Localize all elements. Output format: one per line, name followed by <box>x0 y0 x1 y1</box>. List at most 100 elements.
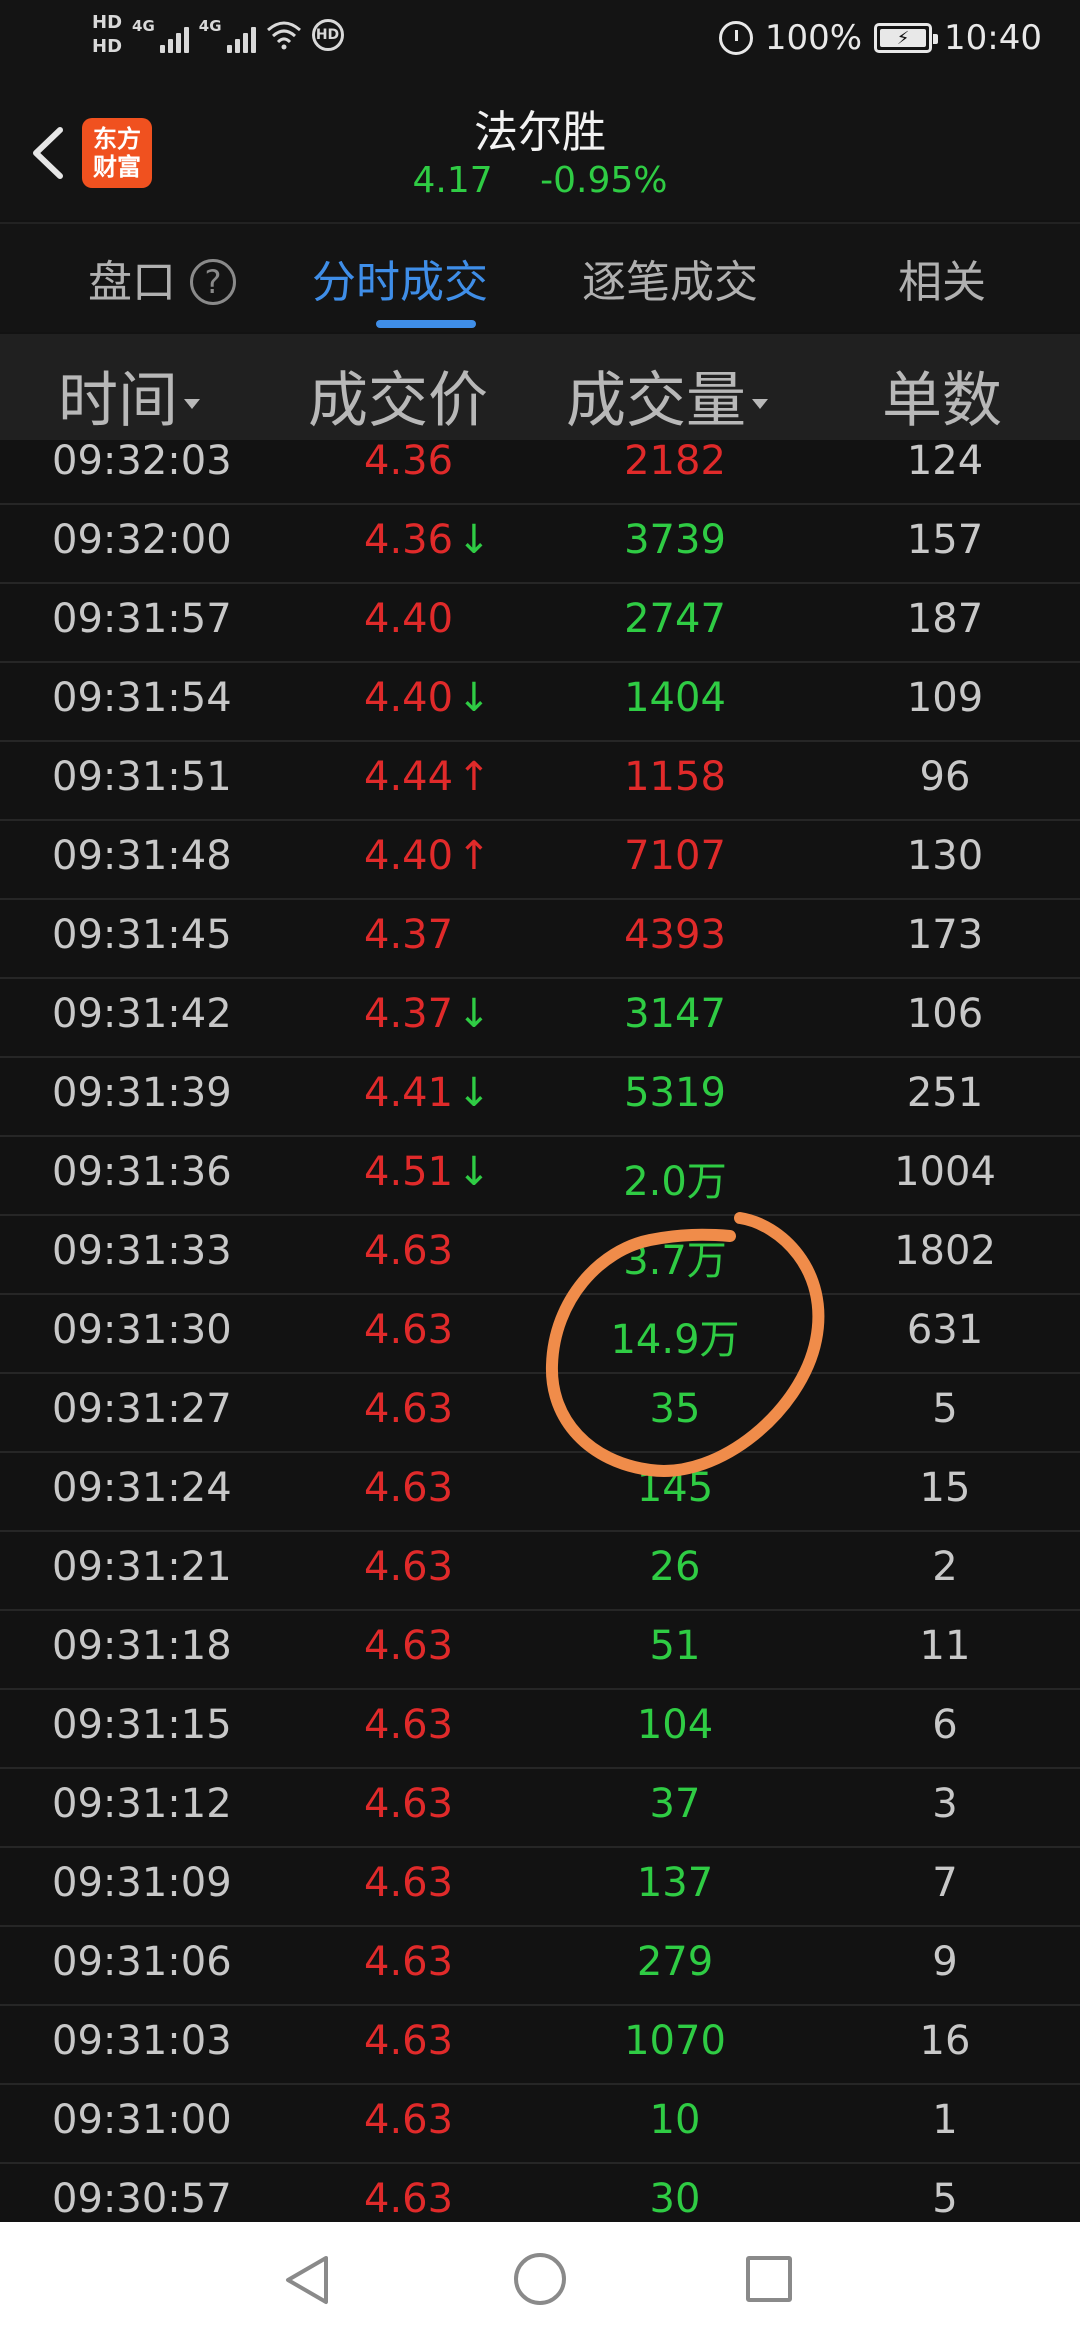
table-row: 09:31:06 4.63 279 9 <box>0 1927 1080 2006</box>
signal-bar <box>250 27 256 53</box>
trade-price-value: 4.63 <box>364 2097 454 2143</box>
trade-price: 4.41 ↓ <box>364 1070 491 1116</box>
column-header-volume[interactable]: 成交量 <box>566 352 768 439</box>
tab-time-sharing-trades[interactable]: 分时成交 <box>312 246 488 310</box>
trade-volume: 104 <box>636 1702 714 1748</box>
battery-icon: ⚡ <box>874 23 939 53</box>
tab-related[interactable]: 相关 <box>898 246 986 310</box>
trade-volume: 37 <box>649 1781 701 1827</box>
trade-time: 09:31:57 <box>52 596 232 642</box>
trade-time: 09:31:54 <box>52 675 232 721</box>
trade-time: 09:31:21 <box>52 1544 232 1590</box>
trade-price-value: 4.40 <box>364 675 454 721</box>
trade-count: 157 <box>906 517 984 563</box>
hd-voice-icon: HD <box>311 19 344 51</box>
trade-price: 4.40 ↓ <box>364 675 491 721</box>
table-row: 09:32:00 4.36 ↓ 3739 157 <box>0 505 1080 584</box>
trade-volume: 7107 <box>624 833 726 879</box>
trade-price: 4.63 <box>364 2097 453 2143</box>
charging-icon: ⚡ <box>896 27 910 49</box>
signal-bar <box>234 39 240 53</box>
tab-pankou[interactable]: 盘口? <box>88 246 236 310</box>
table-row: 09:30:57 4.63 30 5 <box>0 2164 1080 2222</box>
column-header-label: 成交价 <box>308 366 488 436</box>
trade-price: 4.37 <box>364 912 453 958</box>
signal-icon-sim1: 4G <box>132 17 189 53</box>
trade-price-value: 4.40 <box>364 833 454 879</box>
trade-count: 15 <box>919 1465 971 1511</box>
tab-label: 盘口 <box>88 257 176 308</box>
trade-price-value: 4.63 <box>364 1860 454 1906</box>
trade-price: 4.40 <box>364 596 453 642</box>
arrow-down-icon: ↓ <box>457 517 491 563</box>
status-bar-right: 100% ⚡ 10:40 <box>718 18 1042 58</box>
trade-price: 4.63 <box>364 2018 453 2064</box>
table-row: 09:31:36 4.51 ↓ 2.0万 1004 <box>0 1137 1080 1216</box>
help-icon[interactable]: ? <box>190 259 236 305</box>
system-navigation-bar <box>0 2222 1080 2340</box>
battery-percent: 100% <box>764 18 863 58</box>
trade-table[interactable]: 09:32:03 4.36 2182 124 09:32:00 4.36 ↓ 3739 157 0… <box>0 440 1080 2222</box>
table-row: 09:31:48 4.40 ↑ 7107 130 <box>0 821 1080 900</box>
column-header-row: 时间 成交价 成交量 单数 <box>0 334 1080 440</box>
trade-volume: 2.0万 <box>623 1159 727 1205</box>
table-row: 09:31:51 4.44 ↑ 1158 96 <box>0 742 1080 821</box>
table-row: 09:31:12 4.63 37 3 <box>0 1769 1080 1848</box>
trade-time: 09:31:30 <box>52 1307 232 1353</box>
trade-count: 109 <box>906 675 984 721</box>
nav-recent-apps-icon[interactable] <box>746 2256 792 2302</box>
stock-header: 东方 财富 法尔胜 4.17 -0.95% <box>0 80 1080 220</box>
trade-price-value: 4.63 <box>364 1544 454 1590</box>
nav-home-icon[interactable] <box>514 2253 566 2305</box>
trade-volume: 51 <box>649 1623 701 1669</box>
trade-count: 16 <box>919 2018 971 2064</box>
tab-tick-trades[interactable]: 逐笔成交 <box>582 246 758 310</box>
stock-name: 法尔胜 <box>474 107 606 158</box>
table-row: 09:31:54 4.40 ↓ 1404 109 <box>0 663 1080 742</box>
arrow-up-icon: ↑ <box>457 833 491 879</box>
trade-price: 4.63 <box>364 1228 453 1274</box>
tab-bar: 盘口? 分时成交 逐笔成交 相关 <box>0 222 1080 332</box>
trade-price-value: 4.37 <box>364 991 454 1037</box>
trade-volume: 1070 <box>624 2018 726 2064</box>
trade-time: 09:31:51 <box>52 754 232 800</box>
trade-time: 09:31:18 <box>52 1623 232 1669</box>
trade-volume: 30 <box>649 2176 701 2222</box>
trade-count: 96 <box>919 754 971 800</box>
trade-time: 09:31:09 <box>52 1860 232 1906</box>
trade-count: 173 <box>906 912 984 958</box>
tab-label: 逐笔成交 <box>582 257 758 308</box>
trade-price-value: 4.36 <box>364 440 454 484</box>
table-row: 09:31:09 4.63 137 7 <box>0 1848 1080 1927</box>
signal-bar <box>226 45 232 53</box>
nav-back-icon[interactable] <box>282 2252 332 2308</box>
trade-count: 2 <box>932 1544 958 1590</box>
trade-count: 251 <box>906 1070 984 1116</box>
table-row: 09:31:45 4.37 4393 173 <box>0 900 1080 979</box>
trade-time: 09:31:12 <box>52 1781 232 1827</box>
status-bar-left: HD HD 4G 4G HD <box>92 14 344 56</box>
trade-time: 09:31:45 <box>52 912 232 958</box>
trade-price-value: 4.63 <box>364 1939 454 1985</box>
trade-count: 5 <box>932 2176 958 2222</box>
trade-time: 09:31:15 <box>52 1702 232 1748</box>
arrow-up-icon: ↑ <box>457 754 491 800</box>
trade-volume: 1404 <box>624 675 726 721</box>
trade-count: 11 <box>919 1623 971 1669</box>
trade-price-value: 4.40 <box>364 596 454 642</box>
trade-price-value: 4.63 <box>364 1228 454 1274</box>
column-header-time[interactable]: 时间 <box>58 352 200 439</box>
trade-price: 4.63 <box>364 1939 453 1985</box>
trade-volume: 3147 <box>624 991 726 1037</box>
table-row: 09:32:03 4.36 2182 124 <box>0 440 1080 505</box>
trade-count: 124 <box>906 440 984 484</box>
hd-indicators: HD HD <box>92 14 122 56</box>
trade-time: 09:31:00 <box>52 2097 232 2143</box>
trade-price-value: 4.36 <box>364 517 454 563</box>
trade-price-value: 4.44 <box>364 754 454 800</box>
stock-change-percent: -0.95% <box>540 160 668 201</box>
trade-price: 4.51 ↓ <box>364 1149 491 1195</box>
trade-volume: 3739 <box>624 517 726 563</box>
trade-price-value: 4.63 <box>364 2176 454 2222</box>
table-row: 09:31:30 4.63 14.9万 631 <box>0 1295 1080 1374</box>
